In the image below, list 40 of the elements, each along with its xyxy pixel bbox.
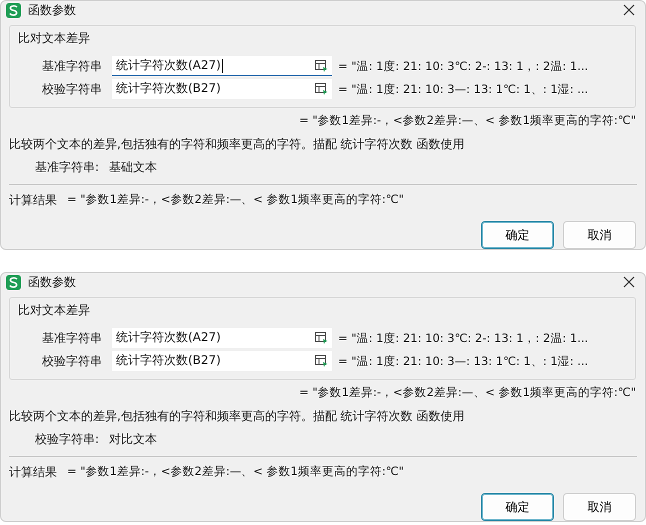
parameter-description: 对比文本 — [109, 431, 158, 448]
window-title: 函数参数 — [28, 2, 77, 18]
parameter-description: 基础文本 — [109, 159, 158, 176]
argument-preview: = "温: 1度: 21: 10: 3℃: 2-: 13: 1，: 2温: 1... — [338, 330, 588, 346]
group-title: 比对文本差异 — [18, 302, 91, 319]
result-label: 计算结果 — [9, 192, 57, 209]
result-label: 计算结果 — [9, 464, 57, 481]
group-title: 比对文本差异 — [18, 30, 91, 47]
argument-preview: = "温: 1度: 21: 10: 3—: 13: 1℃: 1、: 1湿: ... — [338, 354, 588, 368]
argument-preview: = "温: 1度: 21: 10: 3℃: 2-: 13: 1，: 2温: 1... — [338, 58, 588, 74]
function-description: 比较两个文本的差异,包括独有的字符和频率更高的字符。描配 统计字符次数 函数使用 — [9, 408, 466, 425]
parameter-label: 基准字符串: — [35, 159, 100, 176]
result-value: = "参数1差异:-，<参数2差异:—、< 参数1频率更高的字符:℃" — [67, 192, 404, 208]
cancel-button[interactable]: 取消 — [563, 221, 636, 249]
result-value: = "参数1差异:-，<参数2差异:—、< 参数1频率更高的字符:℃" — [67, 464, 404, 480]
argument-field[interactable]: 统计字符次数(A27) — [112, 56, 332, 76]
result-preview: = "参数1差异:-，<参数2差异:—、< 参数1频率更高的字符:℃" — [299, 113, 636, 128]
range-select-icon[interactable] — [315, 332, 328, 344]
app-logo-icon — [6, 2, 21, 18]
argument-field[interactable]: 统计字符次数(B27) — [112, 79, 332, 99]
ok-button[interactable]: 确定 — [481, 493, 554, 521]
argument-label: 校验字符串 — [42, 352, 103, 370]
close-icon[interactable] — [621, 2, 637, 18]
range-select-icon[interactable] — [315, 60, 328, 72]
result-preview: = "参数1差异:-，<参数2差异:—、< 参数1频率更高的字符:℃" — [299, 385, 636, 400]
argument-field[interactable]: 统计字符次数(A27) — [112, 328, 332, 348]
range-select-icon[interactable] — [315, 82, 328, 94]
close-icon[interactable] — [621, 274, 637, 290]
argument-label: 校验字符串 — [42, 80, 103, 98]
argument-label: 基准字符串 — [42, 330, 103, 346]
function-description: 比较两个文本的差异,包括独有的字符和频率更高的字符。描配 统计字符次数 函数使用 — [9, 136, 466, 153]
parameter-label: 校验字符串: — [35, 431, 100, 448]
ok-button[interactable]: 确定 — [481, 221, 554, 249]
app-logo-icon — [6, 274, 21, 290]
window-title: 函数参数 — [28, 274, 77, 290]
argument-label: 基准字符串 — [42, 58, 103, 74]
argument-preview: = "温: 1度: 21: 10: 3—: 13: 1℃: 1、: 1湿: ... — [338, 82, 588, 96]
argument-field[interactable]: 统计字符次数(B27) — [112, 351, 332, 371]
cancel-button[interactable]: 取消 — [563, 493, 636, 521]
range-select-icon[interactable] — [315, 354, 328, 366]
